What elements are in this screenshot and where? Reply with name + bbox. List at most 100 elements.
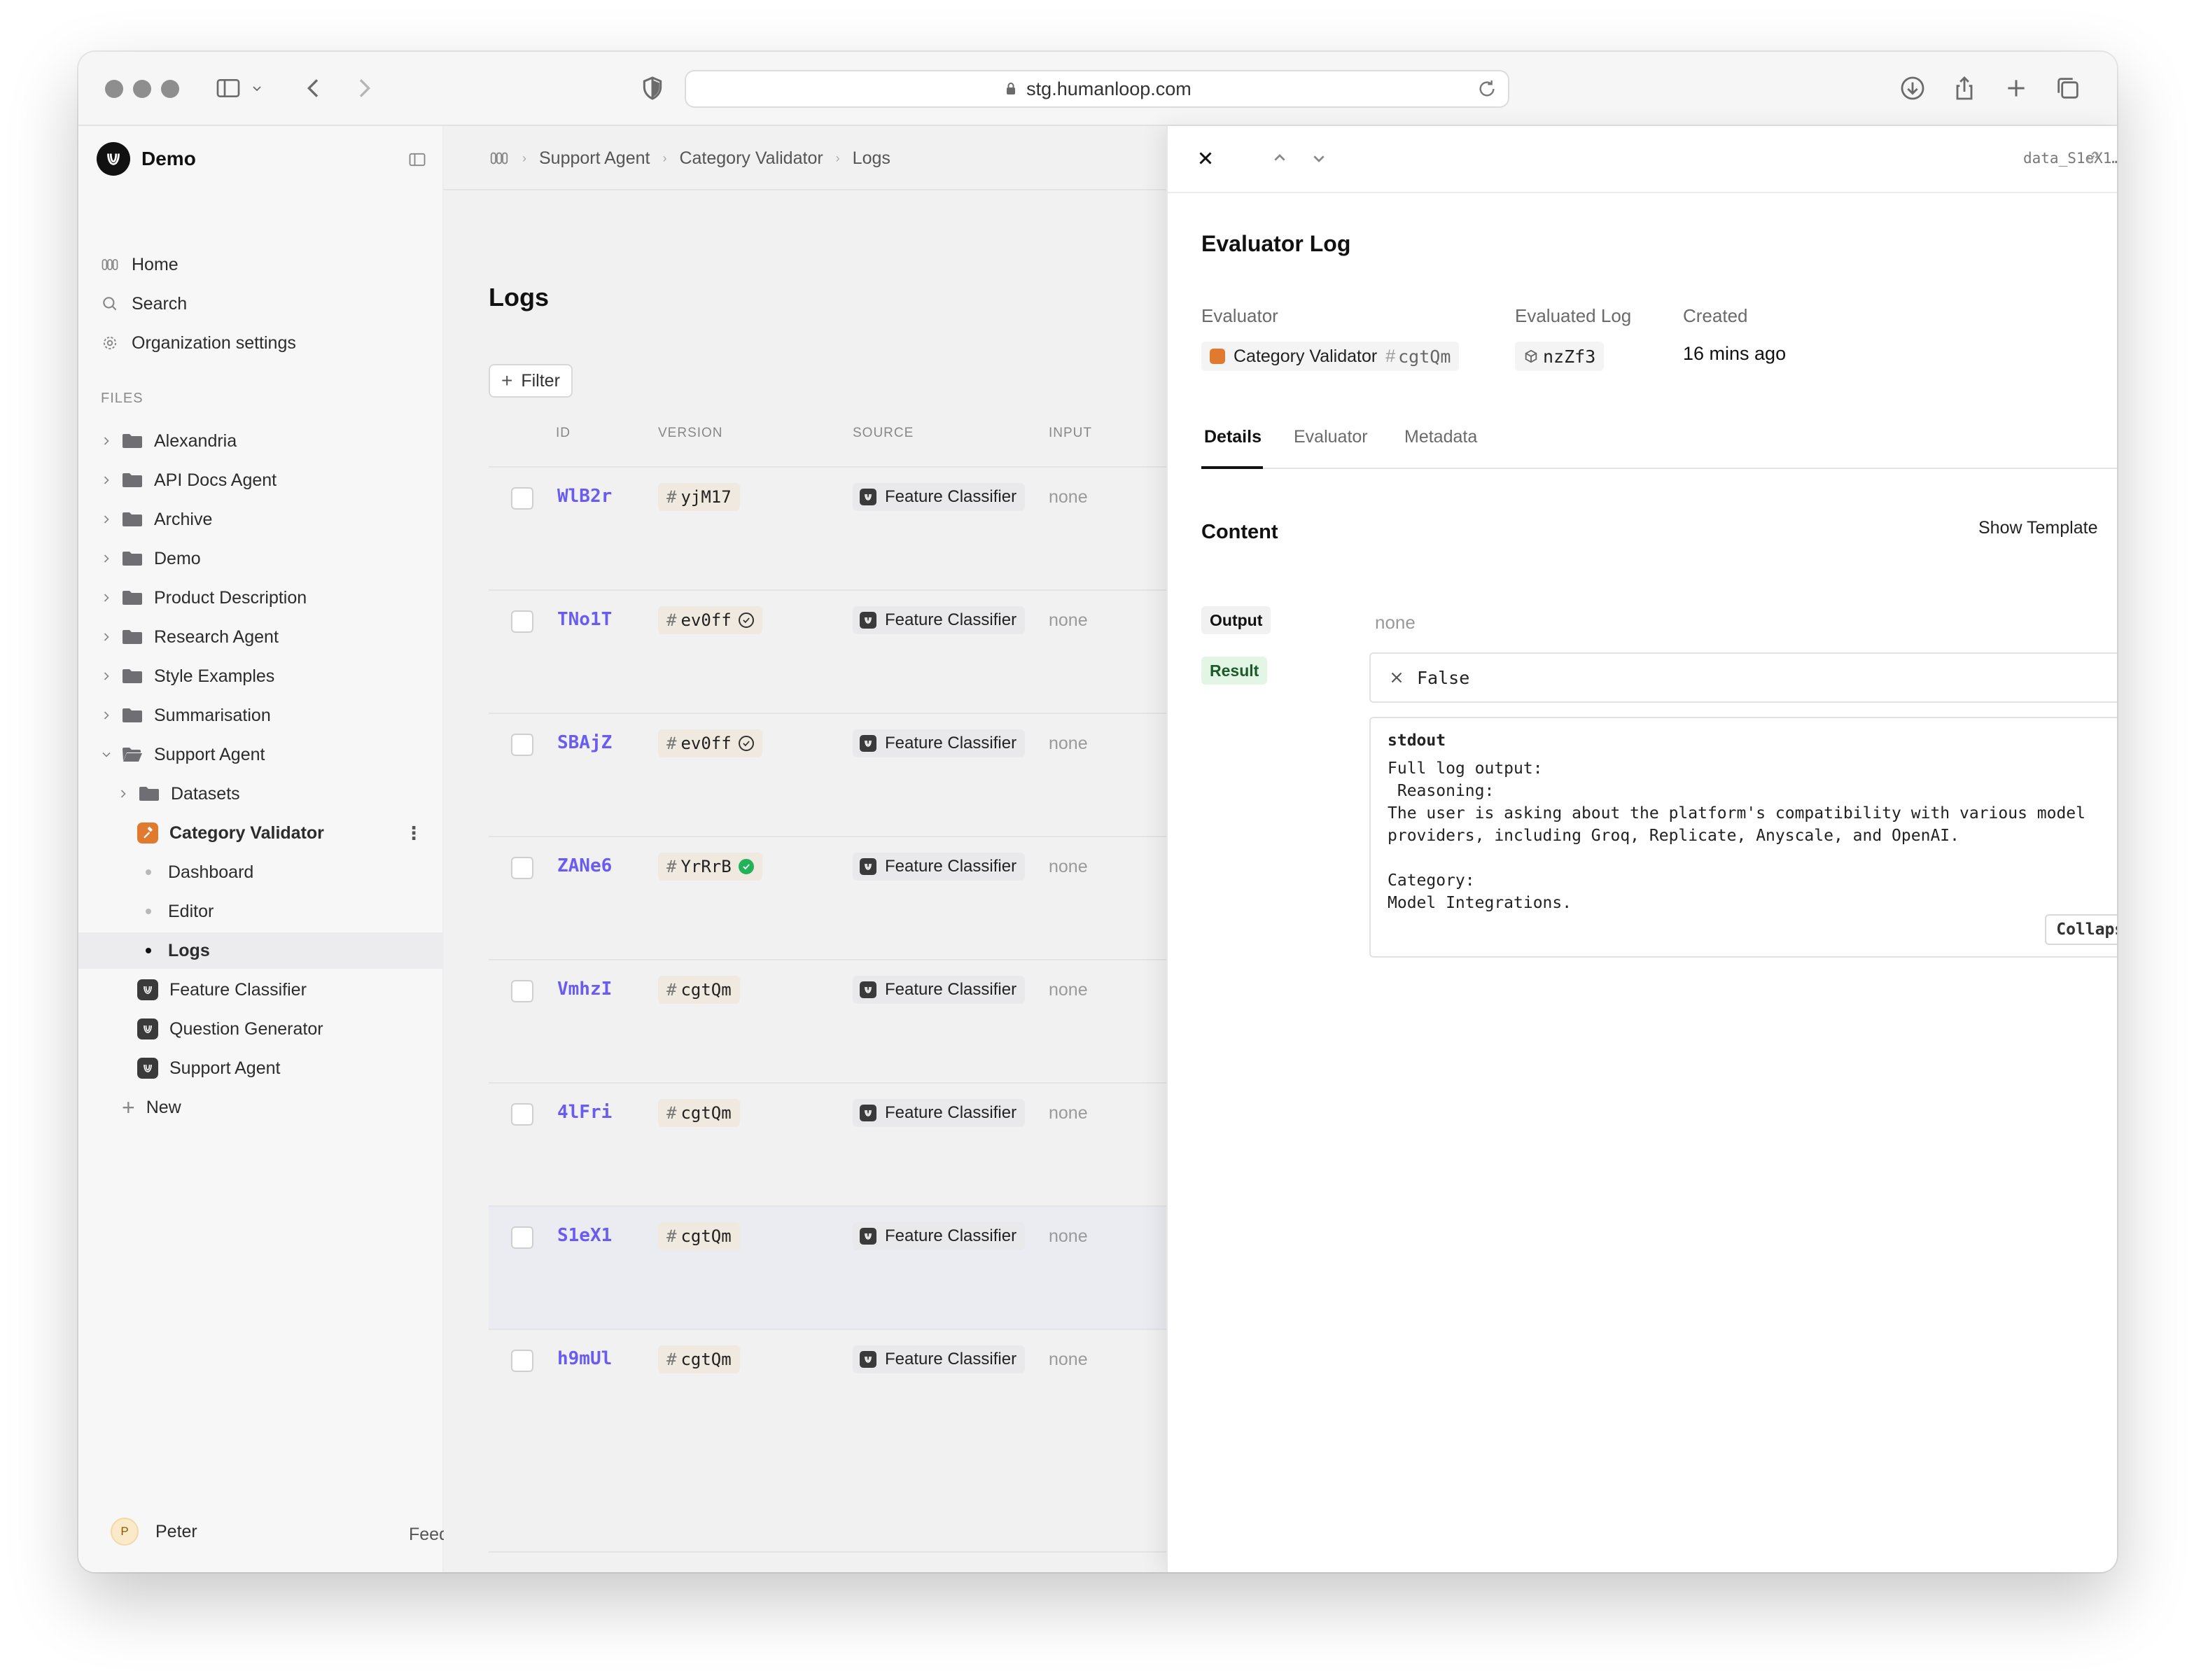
- folder-support-agent[interactable]: Support Agent: [98, 736, 265, 773]
- folder-demo[interactable]: Demo: [98, 540, 201, 577]
- table-row[interactable]: VmhzI # cgtQm Feature Classifier none: [489, 959, 1172, 1082]
- version-chip[interactable]: # cgtQm: [658, 1345, 740, 1373]
- sidebar-toggle-icon[interactable]: [210, 70, 246, 106]
- file-support-agent[interactable]: Support Agent: [137, 1050, 280, 1086]
- chevron-up-icon[interactable]: [1269, 147, 1291, 169]
- folder-summarisation[interactable]: Summarisation: [98, 697, 271, 734]
- row-checkbox[interactable]: [511, 610, 533, 633]
- breadcrumb-category-validator[interactable]: Category Validator: [679, 148, 823, 169]
- folder-product-description[interactable]: Product Description: [98, 580, 307, 616]
- collapse-button[interactable]: Collapse: [2045, 914, 2117, 945]
- source-chip[interactable]: Feature Classifier: [853, 853, 1025, 881]
- source-chip[interactable]: Feature Classifier: [853, 606, 1025, 634]
- window-minimize-dot[interactable]: [133, 80, 151, 98]
- shield-icon[interactable]: [634, 70, 671, 106]
- folder-alexandria[interactable]: Alexandria: [98, 423, 237, 459]
- folder-style-examples[interactable]: Style Examples: [98, 658, 274, 694]
- more-options-icon[interactable]: ⋮: [405, 822, 423, 844]
- file-editor[interactable]: Editor: [137, 893, 214, 930]
- download-icon[interactable]: [1894, 70, 1931, 106]
- version-chip[interactable]: # cgtQm: [658, 1099, 740, 1127]
- row-checkbox[interactable]: [511, 980, 533, 1002]
- plus-icon: +: [122, 1094, 135, 1120]
- table-row[interactable]: SBAjZ # ev0ff Feature Classifier none: [489, 713, 1172, 836]
- url-bar[interactable]: stg.humanloop.com: [685, 70, 1509, 108]
- breadcrumb-logs[interactable]: Logs: [853, 148, 890, 169]
- log-id[interactable]: ZANe6: [557, 855, 612, 876]
- log-id[interactable]: h9mUl: [557, 1348, 612, 1369]
- row-checkbox[interactable]: [511, 1350, 533, 1372]
- table-row[interactable]: ZANe6 # YrRrB Feature Classifier none: [489, 836, 1172, 959]
- nav-home[interactable]: Home: [99, 248, 428, 281]
- chevron-down-icon[interactable]: [246, 70, 267, 106]
- collapse-sidebar-icon[interactable]: [407, 150, 427, 169]
- log-id[interactable]: TNo1T: [557, 609, 612, 630]
- log-id[interactable]: 4lFri: [557, 1102, 612, 1123]
- tab-evaluator[interactable]: Evaluator: [1294, 427, 1368, 447]
- version-chip[interactable]: # cgtQm: [658, 976, 740, 1004]
- humanloop-icon[interactable]: [489, 148, 510, 169]
- table-row[interactable]: h9mUl # cgtQm Feature Classifier none: [489, 1329, 1172, 1452]
- evaluated-log-chip[interactable]: nzZf3: [1515, 342, 1605, 371]
- user-menu[interactable]: P Peter: [111, 1518, 197, 1546]
- row-checkbox[interactable]: [511, 1103, 533, 1126]
- column-header-version[interactable]: VERSION: [658, 426, 723, 441]
- column-header-input[interactable]: INPUT: [1049, 426, 1092, 441]
- column-header-id[interactable]: ID: [556, 426, 571, 441]
- close-icon[interactable]: [1193, 146, 1218, 171]
- version-chip[interactable]: # ev0ff: [658, 729, 762, 757]
- source-chip[interactable]: Feature Classifier: [853, 1099, 1025, 1127]
- source-chip[interactable]: Feature Classifier: [853, 483, 1025, 511]
- window-close-dot[interactable]: [105, 80, 123, 98]
- back-icon[interactable]: [295, 70, 332, 106]
- filter-button[interactable]: + Filter: [489, 364, 573, 398]
- row-checkbox[interactable]: [511, 734, 533, 756]
- breadcrumb-support-agent[interactable]: Support Agent: [539, 148, 650, 169]
- new-file-button[interactable]: + New: [122, 1089, 181, 1126]
- table-row[interactable]: 4lFri # cgtQm Feature Classifier none: [489, 1082, 1172, 1205]
- tab-metadata[interactable]: Metadata: [1404, 427, 1477, 447]
- folder-datasets[interactable]: Datasets: [115, 776, 240, 812]
- source-chip[interactable]: Feature Classifier: [853, 1345, 1025, 1373]
- log-id[interactable]: WlB2r: [557, 486, 612, 507]
- source-chip[interactable]: Feature Classifier: [853, 1222, 1025, 1250]
- table-row[interactable]: WlB2r # yjM17 Feature Classifier none: [489, 466, 1172, 589]
- new-tab-icon[interactable]: [1998, 70, 2034, 106]
- tab-overview-icon[interactable]: [2050, 70, 2086, 106]
- tab-details[interactable]: Details: [1204, 427, 1262, 447]
- column-header-source[interactable]: SOURCE: [853, 426, 914, 441]
- reload-icon[interactable]: [1476, 78, 1498, 100]
- chevron-down-icon[interactable]: [1308, 147, 1330, 169]
- share-icon[interactable]: [1946, 70, 1983, 106]
- link-icon[interactable]: [2082, 147, 2103, 168]
- table-row[interactable]: TNo1T # ev0ff Feature Classifier none: [489, 589, 1172, 713]
- version-chip[interactable]: # ev0ff: [658, 606, 762, 634]
- nav-search[interactable]: Search: [99, 287, 428, 321]
- workspace-switcher[interactable]: Demo: [97, 141, 196, 176]
- source-chip[interactable]: Feature Classifier: [853, 729, 1025, 757]
- folder-archive[interactable]: Archive: [98, 501, 212, 538]
- version-chip[interactable]: # yjM17: [658, 483, 740, 511]
- file-dashboard[interactable]: Dashboard: [137, 854, 253, 890]
- file-category-validator[interactable]: Category Validator ⋮: [137, 815, 444, 851]
- nav-organization-settings[interactable]: Organization settings: [99, 326, 428, 360]
- log-id[interactable]: VmhzI: [557, 979, 612, 1000]
- row-checkbox[interactable]: [511, 857, 533, 879]
- user-name: Peter: [155, 1521, 197, 1541]
- window-zoom-dot[interactable]: [161, 80, 179, 98]
- file-feature-classifier[interactable]: Feature Classifier: [137, 972, 307, 1008]
- forward-icon[interactable]: [346, 70, 382, 106]
- version-chip[interactable]: # cgtQm: [658, 1222, 740, 1250]
- row-checkbox[interactable]: [511, 1226, 533, 1249]
- folder-research-agent[interactable]: Research Agent: [98, 619, 279, 655]
- log-id[interactable]: SBAjZ: [557, 732, 612, 753]
- log-id[interactable]: S1eX1: [557, 1225, 612, 1246]
- table-row[interactable]: S1eX1 # cgtQm Feature Classifier none: [489, 1205, 1172, 1329]
- source-chip[interactable]: Feature Classifier: [853, 976, 1025, 1004]
- folder-api-docs-agent[interactable]: API Docs Agent: [98, 462, 277, 498]
- file-question-generator[interactable]: Question Generator: [137, 1011, 323, 1047]
- evaluator-chip[interactable]: Category Validator # cgtQm: [1201, 342, 1460, 371]
- file-logs[interactable]: Logs: [78, 932, 442, 969]
- row-checkbox[interactable]: [511, 487, 533, 510]
- version-chip[interactable]: # YrRrB: [658, 853, 762, 881]
